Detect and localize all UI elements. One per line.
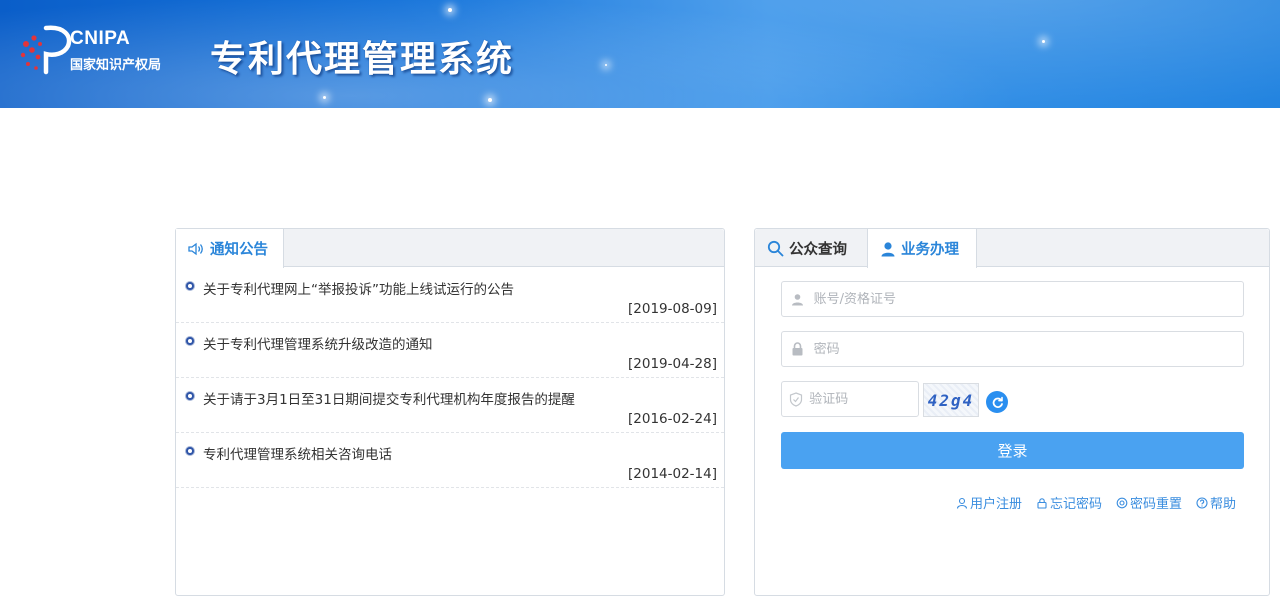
list-item[interactable]: 关于专利代理管理系统升级改造的通知 [2019-04-28] <box>176 323 724 378</box>
notice-list: 关于专利代理网上“举报投诉”功能上线试运行的公告 [2019-08-09] 关于… <box>176 268 724 488</box>
sparkle <box>448 8 452 12</box>
password-field[interactable] <box>781 331 1244 367</box>
header-banner: CNIPA 国家知识产权局 专利代理管理系统 <box>0 0 1280 108</box>
register-link[interactable]: 用户注册 <box>956 493 1022 512</box>
login-tabbar: 公众查询 业务办理 <box>755 229 1269 268</box>
list-item[interactable]: 关于请于3月1日至31日期间提交专利代理机构年度报告的提醒 [2016-02-2… <box>176 378 724 433</box>
search-icon <box>767 240 784 256</box>
speaker-icon <box>188 242 203 255</box>
login-panel: 公众查询 业务办理 账号/资格证号 验证码 42g4 登录 用户注册 忘记密码 … <box>754 228 1270 596</box>
user-icon <box>881 241 895 256</box>
captcha-image[interactable]: 42g4 <box>923 383 979 417</box>
sparkle <box>1042 40 1045 43</box>
register-link-label: 用户注册 <box>969 497 1022 512</box>
account-field[interactable] <box>781 281 1244 317</box>
user-outline-icon <box>782 293 814 306</box>
help-icon <box>1196 496 1208 509</box>
password-input[interactable] <box>813 341 1243 357</box>
tab-notice-label: 通知公告 <box>210 242 268 258</box>
lock-icon <box>782 342 814 356</box>
sparkle <box>605 64 607 66</box>
notice-tabbar: 通知公告 <box>176 229 724 268</box>
account-input[interactable] <box>813 291 1243 307</box>
logo-agency-name: 国家知识产权局 <box>70 58 162 73</box>
notice-title[interactable]: 关于请于3月1日至31日期间提交专利代理机构年度报告的提醒 <box>203 388 575 408</box>
tab-public-query[interactable]: 公众查询 <box>755 229 867 267</box>
cnipa-emblem-icon <box>20 25 72 75</box>
user-add-icon <box>956 497 967 509</box>
refresh-captcha-button[interactable] <box>986 391 1008 413</box>
notice-panel: 通知公告 关于专利代理网上“举报投诉”功能上线试运行的公告 [2019-08-0… <box>175 228 725 596</box>
forgot-password-label: 忘记密码 <box>1049 497 1102 512</box>
cnipa-logo[interactable]: CNIPA 国家知识产权局 <box>16 22 176 78</box>
sparkle <box>488 98 492 102</box>
bullet-icon <box>186 447 194 455</box>
help-link[interactable]: 帮助 <box>1196 493 1236 512</box>
reset-icon <box>1116 497 1128 508</box>
bullet-icon <box>186 337 194 345</box>
notice-title[interactable]: 关于专利代理管理系统升级改造的通知 <box>203 333 433 353</box>
login-button[interactable]: 登录 <box>781 432 1244 469</box>
notice-date: [2019-08-09] <box>628 301 717 317</box>
help-link-label: 帮助 <box>1209 497 1236 512</box>
list-item[interactable]: 专利代理管理系统相关咨询电话 [2014-02-14] <box>176 433 724 488</box>
refresh-icon <box>992 396 1003 408</box>
tab-public-query-label: 公众查询 <box>789 241 847 258</box>
notice-title[interactable]: 关于专利代理网上“举报投诉”功能上线试运行的公告 <box>203 278 514 298</box>
system-title: 专利代理管理系统 <box>210 39 515 80</box>
reset-password-link[interactable]: 密码重置 <box>1116 493 1182 512</box>
sparkle <box>323 96 326 99</box>
notice-date: [2016-02-24] <box>628 411 717 427</box>
tab-notice[interactable]: 通知公告 <box>176 229 284 268</box>
captcha-input[interactable] <box>809 391 918 407</box>
bullet-icon <box>186 282 194 290</box>
list-item[interactable]: 关于专利代理网上“举报投诉”功能上线试运行的公告 [2019-08-09] <box>176 268 724 323</box>
notice-date: [2014-02-14] <box>628 466 717 482</box>
captcha-field[interactable] <box>781 381 919 417</box>
logo-abbreviation: CNIPA <box>70 28 131 49</box>
tab-business-label: 业务办理 <box>901 242 959 258</box>
shield-icon <box>782 391 809 407</box>
reset-password-label: 密码重置 <box>1129 497 1182 512</box>
login-links: 用户注册 忘记密码 密码重置 帮助 <box>956 493 1236 512</box>
forgot-password-link[interactable]: 忘记密码 <box>1036 493 1102 512</box>
notice-title[interactable]: 专利代理管理系统相关咨询电话 <box>203 443 392 463</box>
notice-date: [2019-04-28] <box>628 356 717 372</box>
tab-business[interactable]: 业务办理 <box>867 229 977 268</box>
lock-small-icon <box>1037 497 1047 509</box>
bullet-icon <box>186 392 194 400</box>
